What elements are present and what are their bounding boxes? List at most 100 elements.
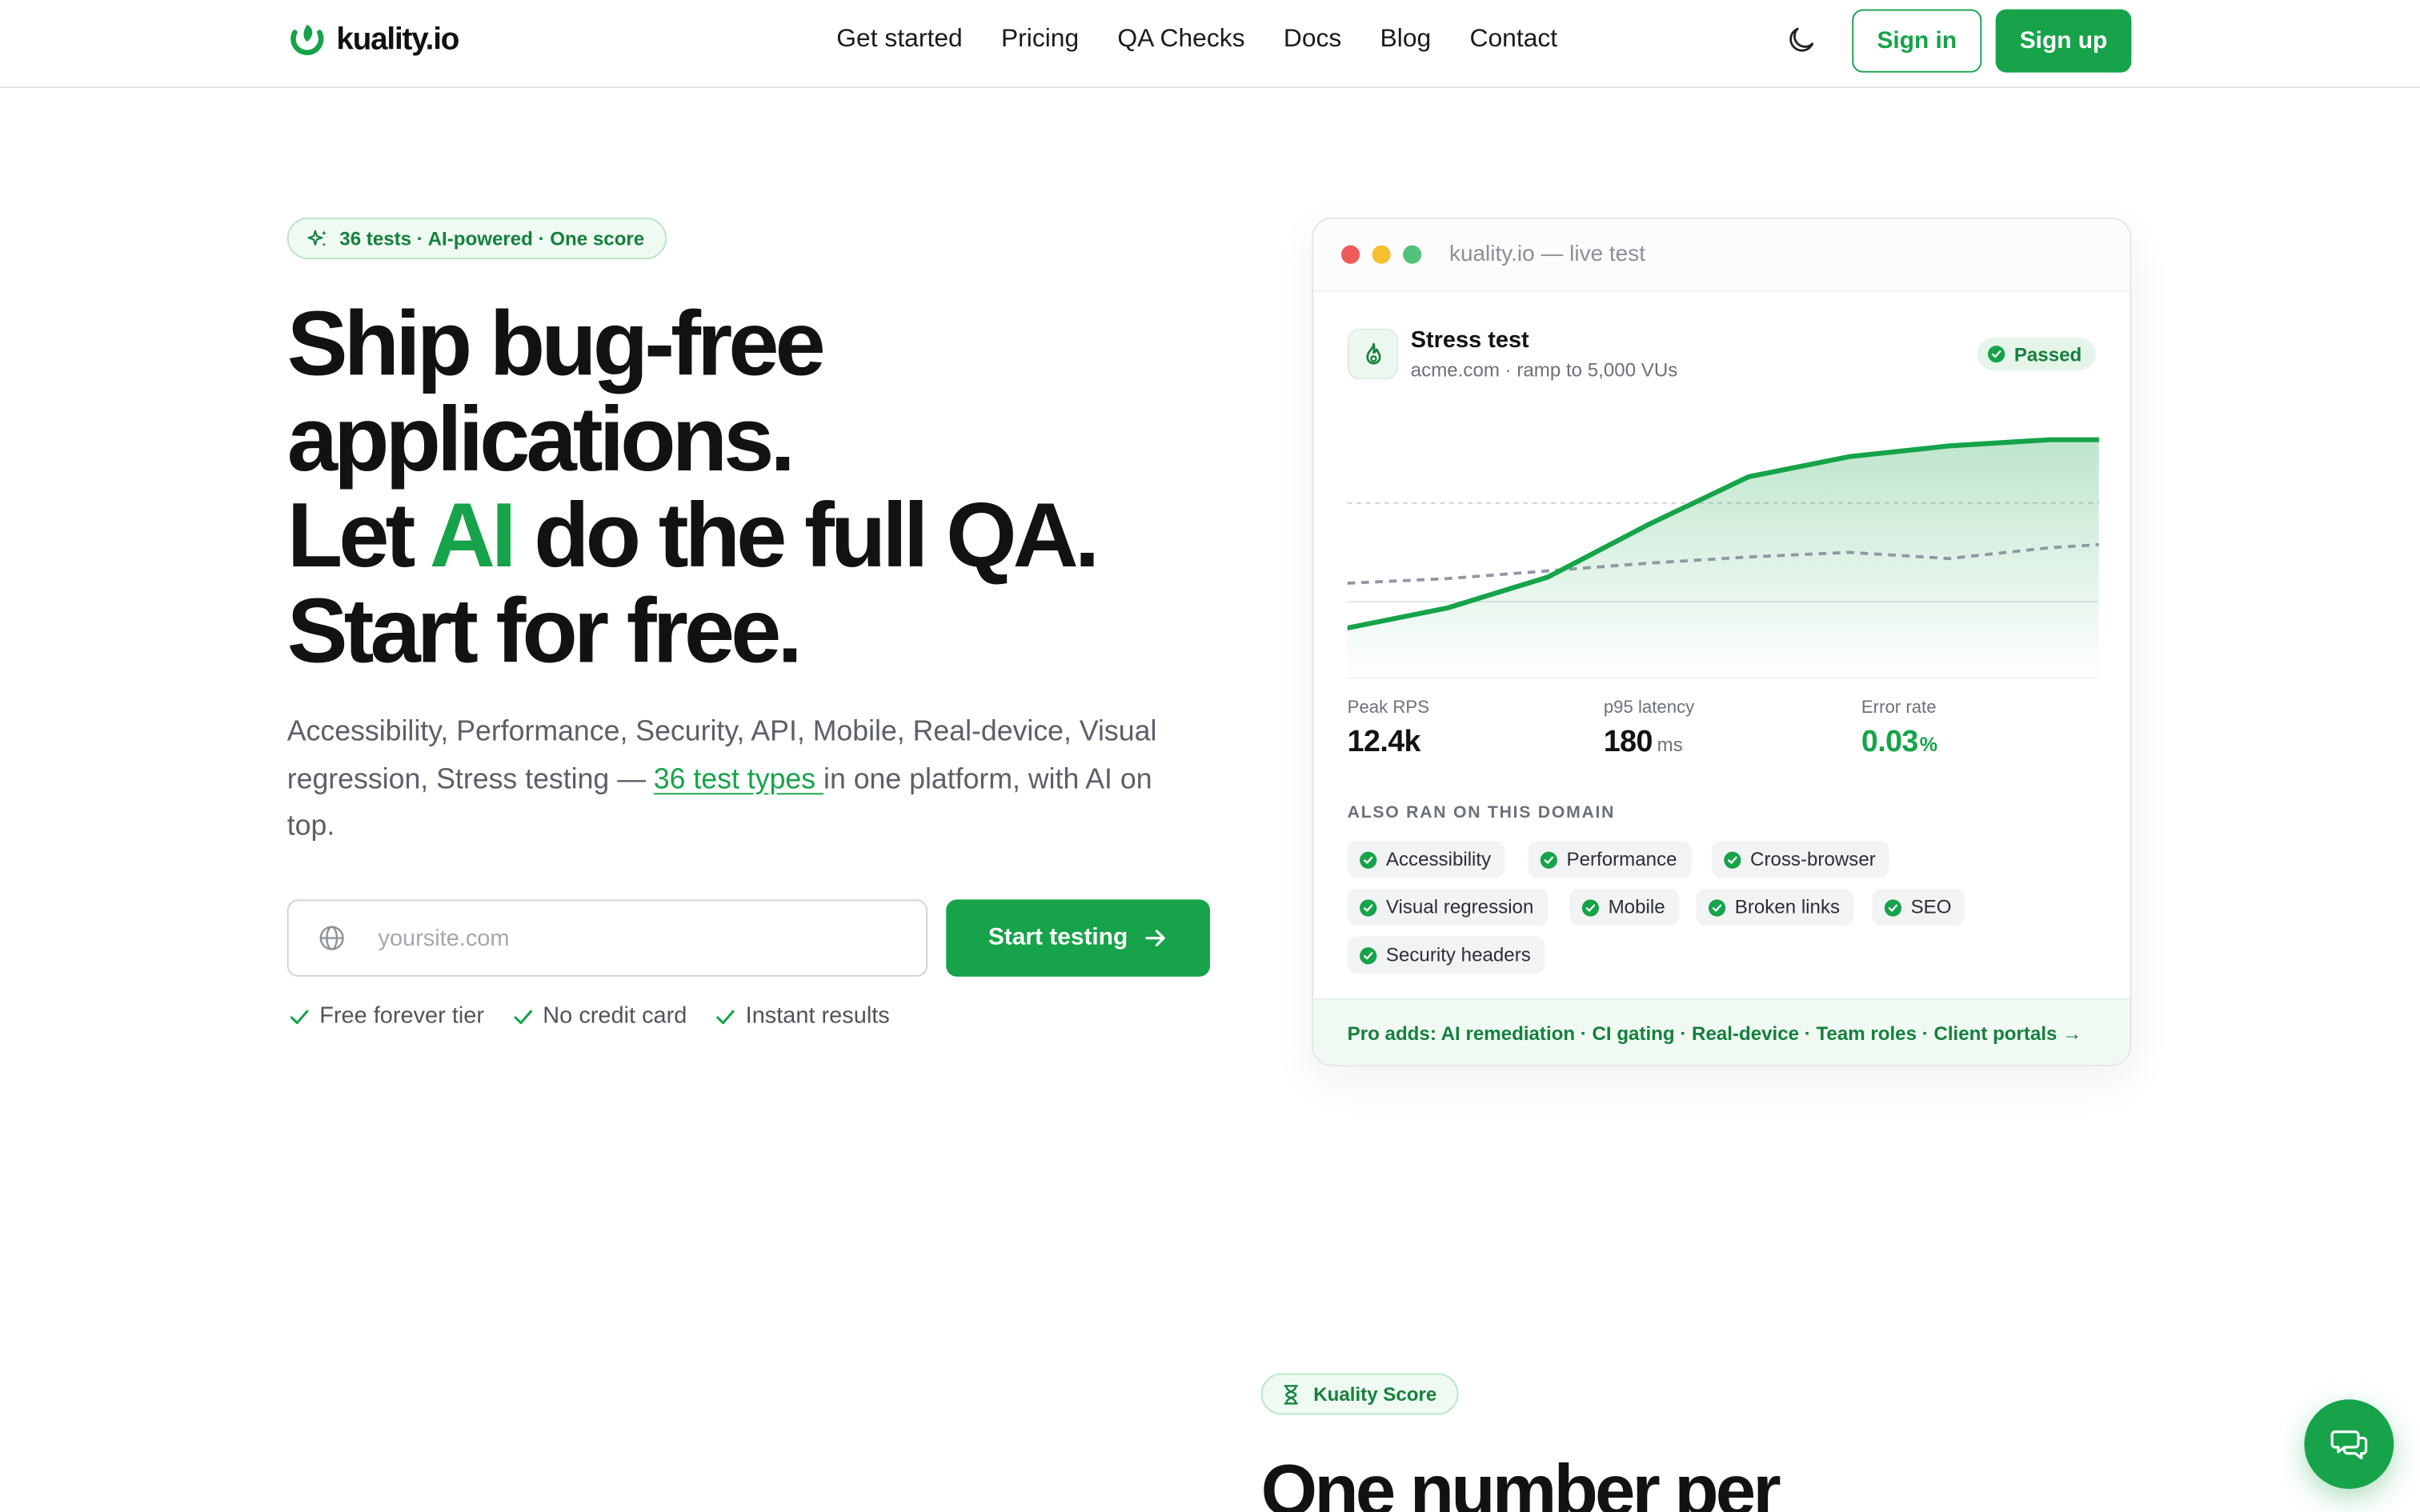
card-footer: Pro adds: AI remediation · CI gating · R… (1313, 998, 2130, 1065)
test-title: Stress test (1410, 326, 1529, 354)
window-title: kuality.io — live test (1448, 242, 1646, 267)
start-testing-button[interactable]: Start testing (946, 899, 1211, 977)
site-header: kuality.io Get started Pricing QA Checks… (0, 0, 2420, 88)
check-circle-icon (1360, 946, 1377, 964)
test-subtitle: acme.com · ramp to 5,000 VUs (1410, 359, 1678, 382)
window-title-bar: kuality.io — live test (1313, 218, 2130, 292)
metric-unit: ms (1657, 734, 1683, 757)
headline-line-3-post: do the full QA. (512, 484, 1100, 586)
test-types-link[interactable]: 36 test types (654, 762, 823, 794)
tag-visual-regression[interactable]: Visual regression (1347, 888, 1548, 926)
kuality-score-badge: Kuality Score (1260, 1373, 1459, 1415)
hourglass-icon (1284, 1384, 1299, 1404)
tag-label: Broken links (1734, 896, 1841, 918)
nav-pricing[interactable]: Pricing (1001, 25, 1079, 54)
headline-line-4: Start for free. (286, 580, 803, 682)
hero-subtitle: Accessibility, Performance, Security, AP… (287, 708, 1198, 849)
logo[interactable]: kuality.io (287, 20, 459, 60)
hero-benefits: Free forever tier No credit card Instant… (289, 1002, 890, 1030)
hero-badge: 36 tests · AI-powered · One score (286, 217, 667, 260)
also-ran-label: ALSO RAN ON THIS DOMAIN (1347, 803, 1616, 822)
kuality-score-badge-text: Kuality Score (1313, 1382, 1437, 1405)
check-circle-icon (1988, 346, 2005, 363)
checkmark-icon (716, 1009, 735, 1024)
metric-value: 0.03% (1861, 725, 1937, 760)
checkmark-icon (514, 1009, 532, 1024)
headline-line-1: Ship bug-free (286, 293, 826, 395)
metric-number: 0.03 (1861, 725, 1918, 759)
metric-label: Peak RPS (1347, 698, 1430, 718)
check-circle-icon (1360, 898, 1377, 916)
headline-line-3-pre: Let (286, 484, 430, 586)
tag-broken-links[interactable]: Broken links (1696, 888, 1854, 926)
check-circle-icon (1724, 850, 1741, 868)
nav-get-started[interactable]: Get started (836, 25, 962, 54)
tag-label: Mobile (1608, 896, 1665, 918)
tag-performance[interactable]: Performance (1528, 841, 1691, 878)
tag-cross-browser[interactable]: Cross-browser (1711, 841, 1890, 878)
theme-toggle-button[interactable] (1784, 23, 1821, 60)
arrow-right-icon (1144, 930, 1165, 946)
checkmark-icon (290, 1009, 309, 1024)
tag-accessibility[interactable]: Accessibility (1347, 841, 1505, 878)
nav-qa-checks[interactable]: QA Checks (1117, 25, 1244, 54)
tag-label: Visual regression (1385, 896, 1534, 918)
nav-blog[interactable]: Blog (1380, 25, 1432, 54)
status-label: Passed (2013, 343, 2082, 366)
metric-value: 12.4k (1348, 725, 1429, 760)
tag-mobile[interactable]: Mobile (1569, 888, 1679, 926)
nav-contact[interactable]: Contact (1469, 25, 1557, 54)
sign-up-button[interactable]: Sign up (1995, 9, 2132, 73)
live-test-card: kuality.io — live test Stress test acme.… (1312, 217, 2132, 1066)
card-divider (1347, 677, 2099, 679)
benefit-label: No credit card (543, 1002, 687, 1030)
metric-p95-latency: p95 latency 180 ms (1604, 699, 1694, 761)
benefit-label: Free forever tier (319, 1002, 485, 1030)
benefit-item: No credit card (512, 1002, 687, 1030)
tag-label: Accessibility (1385, 848, 1492, 870)
check-circle-icon (1884, 898, 1902, 916)
metric-unit: % (1919, 733, 1938, 757)
window-minimize-dot (1372, 245, 1391, 264)
headline-ai-highlight: AI (429, 484, 517, 586)
test-type-icon-box (1347, 328, 1399, 380)
window-maximize-dot (1403, 245, 1422, 264)
sparkle-icon (307, 229, 327, 246)
metric-value: 180 ms (1604, 725, 1694, 760)
status-badge: Passed (1977, 338, 2096, 370)
logo-text: kuality.io (336, 22, 459, 57)
metric-number: 12.4k (1347, 725, 1421, 759)
tag-label: Cross-browser (1750, 848, 1876, 870)
benefit-item: Instant results (715, 1002, 890, 1030)
stress-test-chart (1347, 437, 2099, 679)
check-circle-icon (1581, 898, 1600, 916)
flame-icon (1365, 342, 1380, 364)
check-circle-icon (1360, 850, 1377, 868)
chat-icon (2330, 1430, 2368, 1460)
metric-label: p95 latency (1603, 698, 1695, 718)
chat-button[interactable] (2304, 1399, 2394, 1490)
url-input[interactable] (378, 901, 903, 975)
check-circle-icon (1540, 850, 1557, 868)
metric-number: 180 (1603, 725, 1653, 759)
hero-badge-text: 36 tests · AI-powered · One score (339, 227, 645, 250)
moon-icon (1789, 27, 1814, 52)
tag-security-headers[interactable]: Security headers (1347, 936, 1545, 974)
pro-features-link[interactable]: Pro adds: AI remediation · CI gating · R… (1348, 1023, 2082, 1045)
tag-label: Performance (1566, 848, 1677, 870)
benefit-label: Instant results (745, 1002, 890, 1030)
sign-in-button[interactable]: Sign in (1852, 9, 1982, 73)
url-input-wrapper (286, 899, 928, 977)
check-circle-icon (1708, 898, 1726, 916)
globe-icon (319, 926, 344, 950)
tag-label: SEO (1910, 896, 1952, 918)
nav-docs[interactable]: Docs (1284, 25, 1342, 54)
tag-seo[interactable]: SEO (1872, 888, 1965, 926)
metric-error-rate: Error rate 0.03% (1861, 699, 1937, 761)
section-title: One number per (1260, 1448, 1781, 1512)
main-nav: Get started Pricing QA Checks Docs Blog … (836, 25, 1596, 54)
metric-peak-rps: Peak RPS 12.4k (1348, 699, 1429, 761)
benefit-item: Free forever tier (289, 1002, 485, 1030)
window-close-dot (1340, 245, 1360, 264)
headline-line-2: applications. (286, 389, 795, 491)
